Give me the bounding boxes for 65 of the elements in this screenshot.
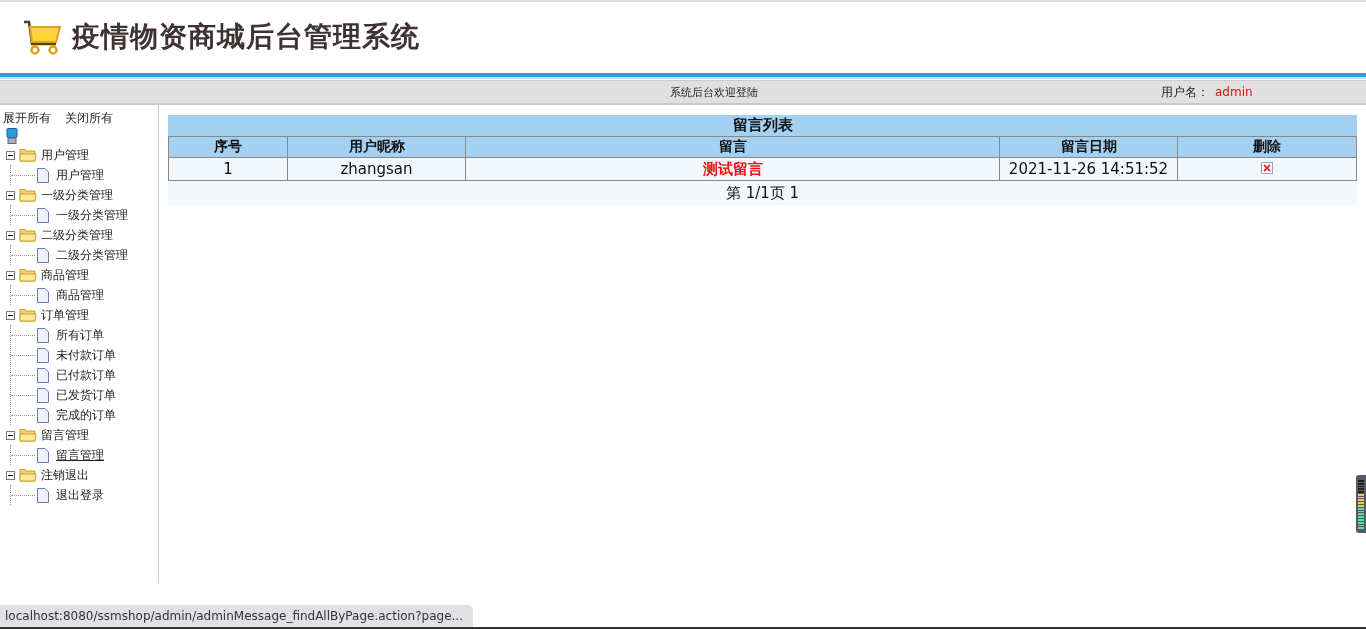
user-name: admin — [1215, 84, 1253, 99]
tree-folder[interactable]: 二级分类管理 — [41, 226, 113, 244]
collapse-all-link[interactable]: 关闭所有 — [65, 109, 113, 127]
pagination-text: 第 1/1页 1 — [725, 183, 800, 203]
tree-toggle[interactable] — [6, 470, 15, 480]
tree-toggle[interactable] — [6, 230, 15, 240]
tree-toggle[interactable] — [6, 190, 15, 200]
column-header: 用户昵称 — [287, 136, 466, 158]
page-icon — [37, 367, 49, 383]
table-cell: 1 — [168, 157, 288, 181]
page-icon — [37, 447, 49, 463]
tree-link[interactable]: 所有订单 — [56, 326, 104, 344]
page-icon — [37, 387, 49, 403]
message-text: 测试留言 — [702, 159, 763, 178]
column-header: 删除 — [1177, 136, 1357, 158]
tree-folder[interactable]: 留言管理 — [41, 426, 89, 444]
folder-icon — [19, 428, 37, 442]
folder-icon — [19, 268, 37, 282]
folder-icon — [19, 308, 37, 322]
user-label: 用户名： — [1161, 84, 1209, 99]
tree-link[interactable]: 退出登录 — [56, 486, 104, 504]
folder-icon — [19, 468, 37, 482]
folder-icon — [19, 148, 37, 162]
folder-icon — [19, 228, 37, 242]
tree-folder[interactable]: 商品管理 — [41, 266, 89, 284]
page-icon — [37, 327, 49, 343]
computer-icon — [6, 128, 18, 144]
table-cell: zhangsan — [287, 157, 466, 181]
column-header: 留言日期 — [999, 136, 1178, 158]
site-title: 疫情物资商城后台管理系统 — [72, 19, 420, 55]
delete-icon[interactable] — [1261, 162, 1273, 174]
tree-toggle[interactable] — [6, 270, 15, 280]
page-icon — [37, 287, 49, 303]
tree-link[interactable]: 一级分类管理 — [56, 206, 128, 224]
status-url: localhost:8080/ssmshop/admin/adminMessage_findAllByPage.action?page... — [0, 605, 473, 627]
column-header: 序号 — [168, 136, 288, 158]
page-icon — [37, 347, 49, 363]
welcome-text: 系统后台欢迎登陆 — [670, 84, 758, 100]
tree-folder[interactable]: 一级分类管理 — [41, 186, 113, 204]
page-icon — [37, 207, 49, 223]
tree-link[interactable]: 已付款订单 — [56, 366, 116, 384]
tree-link[interactable]: 完成的订单 — [56, 406, 116, 424]
tree-link[interactable]: 用户管理 — [56, 166, 104, 184]
table-title: 留言列表 — [168, 115, 1357, 136]
tree-link[interactable]: 未付款订单 — [56, 346, 116, 364]
tree-toggle[interactable] — [6, 310, 15, 320]
expand-all-link[interactable]: 展开所有 — [3, 109, 51, 127]
tree-link[interactable]: 二级分类管理 — [56, 246, 128, 264]
tree-link[interactable]: 已发货订单 — [56, 386, 116, 404]
tree-folder[interactable]: 用户管理 — [41, 146, 89, 164]
column-header: 留言 — [465, 136, 1000, 158]
page-icon — [37, 487, 49, 503]
volume-meter-drawing — [1356, 475, 1366, 533]
page-icon — [37, 407, 49, 423]
tree-toggle[interactable] — [6, 430, 15, 440]
shopping-cart-icon — [22, 18, 64, 56]
tree-toggle[interactable] — [6, 150, 15, 160]
page-icon — [37, 167, 49, 183]
folder-icon — [19, 188, 37, 202]
tree-folder[interactable]: 订单管理 — [41, 306, 89, 324]
tree-folder[interactable]: 注销退出 — [41, 466, 89, 484]
table-cell: 2021-11-26 14:51:52 — [999, 157, 1178, 181]
tree-link[interactable]: 留言管理 — [56, 446, 104, 464]
page-icon — [37, 247, 49, 263]
tree-link[interactable]: 商品管理 — [56, 286, 104, 304]
